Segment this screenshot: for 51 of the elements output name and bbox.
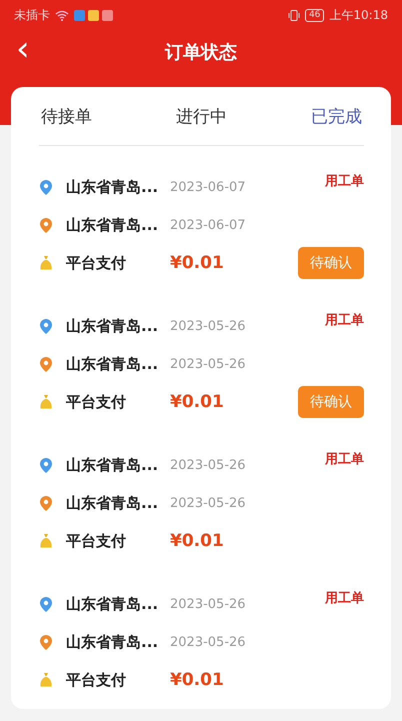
location-pin-icon bbox=[40, 458, 52, 472]
payment-method: 平台支付 bbox=[66, 254, 127, 272]
order-type: 用工单 bbox=[325, 590, 364, 607]
date-text: 2023-05-26 bbox=[170, 458, 246, 472]
app-icons bbox=[74, 10, 114, 20]
address-text: 山东省青岛... bbox=[66, 494, 160, 512]
payment-method: 平台支付 bbox=[66, 670, 127, 690]
tab[interactable]: 进行中 bbox=[174, 100, 229, 132]
time-text: 上午10:18 bbox=[329, 6, 388, 24]
amount-text: ¥0.01 bbox=[170, 670, 224, 690]
money-bag-icon bbox=[40, 256, 52, 270]
date-text: 2023-05-26 bbox=[170, 356, 246, 372]
money-bag-icon bbox=[40, 395, 52, 409]
location-pin-icon bbox=[40, 634, 52, 650]
location-pin-icon bbox=[40, 318, 52, 334]
date-text: 2023-06-07 bbox=[170, 218, 246, 232]
tab[interactable]: 待接单 bbox=[39, 100, 94, 132]
address-text: 山东省青岛... bbox=[66, 354, 160, 374]
address-text: 山东省青岛... bbox=[66, 178, 160, 196]
order-type: 用工单 bbox=[325, 173, 364, 190]
back-button[interactable]: ‹ bbox=[12, 32, 34, 66]
date-text: 2023-05-26 bbox=[170, 496, 246, 510]
date-text: 2023-06-07 bbox=[170, 180, 246, 194]
money-bag-icon bbox=[40, 673, 52, 687]
address-text: 山东省青岛... bbox=[66, 632, 160, 652]
location-pin-icon bbox=[40, 218, 52, 232]
money-bag-icon bbox=[40, 534, 52, 548]
date-text: 2023-05-26 bbox=[170, 634, 246, 650]
location-pin-icon bbox=[40, 356, 52, 372]
address-text: 山东省青岛... bbox=[66, 216, 160, 234]
address-text: 山东省青岛... bbox=[66, 594, 160, 614]
carrier-text: 未插卡 bbox=[14, 6, 50, 24]
location-pin-icon bbox=[40, 496, 52, 510]
vibrate-icon bbox=[288, 10, 300, 20]
location-pin-icon bbox=[40, 596, 52, 612]
order-type: 用工单 bbox=[325, 451, 364, 468]
amount-text: ¥0.01 bbox=[170, 531, 224, 551]
amount-text: ¥0.01 bbox=[170, 253, 224, 273]
tab[interactable]: 已完成 bbox=[309, 100, 364, 132]
payment-method: 平台支付 bbox=[66, 532, 127, 550]
address-text: 山东省青岛... bbox=[66, 316, 160, 336]
address-text: 山东省青岛... bbox=[66, 456, 160, 474]
page-title: 订单状态 bbox=[165, 41, 237, 64]
battery-level: 46 bbox=[304, 8, 324, 22]
order-type: 用工单 bbox=[325, 312, 364, 329]
wifi-icon bbox=[55, 10, 69, 20]
date-text: 2023-05-26 bbox=[170, 596, 246, 612]
date-text: 2023-05-26 bbox=[170, 318, 246, 334]
amount-text: ¥0.01 bbox=[170, 392, 224, 412]
payment-method: 平台支付 bbox=[66, 392, 127, 412]
location-pin-icon bbox=[40, 180, 52, 194]
